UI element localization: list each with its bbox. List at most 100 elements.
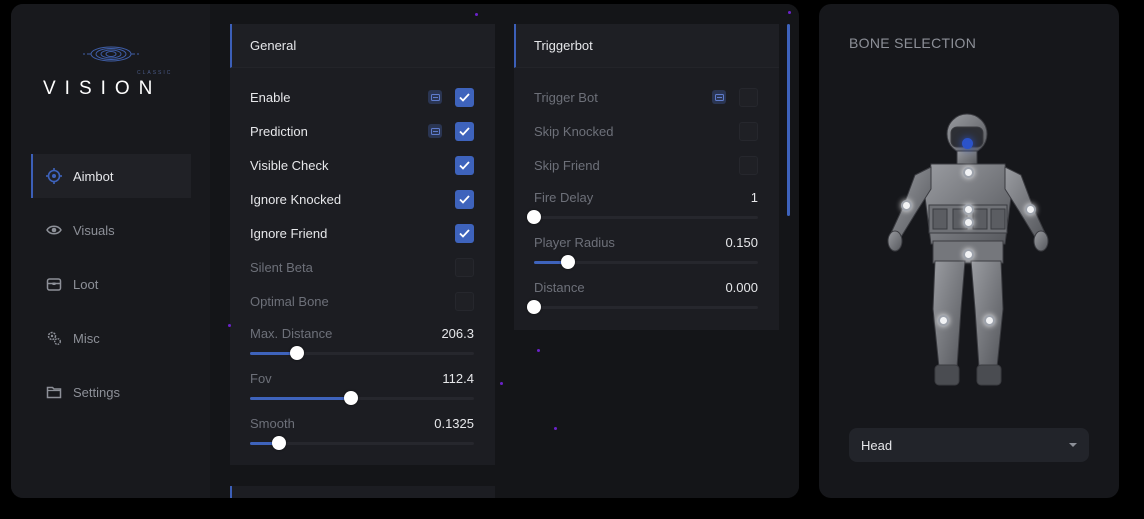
slider-label: Fov <box>250 370 272 386</box>
particle <box>500 382 503 385</box>
slider-label: Player Radius <box>534 234 615 250</box>
slider-fill <box>250 397 351 400</box>
slider-value: 0.150 <box>725 234 758 250</box>
checkbox-checked[interactable] <box>455 155 474 175</box>
checkbox-checked[interactable] <box>455 87 474 107</box>
toggle-trigger-bot[interactable]: Trigger Bot <box>534 87 758 107</box>
toggle-label: Visible Check <box>250 157 329 173</box>
slider-smooth[interactable] <box>250 436 474 450</box>
slider-thumb[interactable] <box>527 210 541 224</box>
nav-item-settings[interactable]: Settings <box>31 370 191 414</box>
checkbox-unchecked[interactable] <box>455 291 474 311</box>
triggerbot-panel: Triggerbot Trigger Bot Skip Knocked Skip… <box>514 24 779 330</box>
slider-value: 206.3 <box>441 325 474 341</box>
bone-point-neck[interactable] <box>962 166 974 178</box>
keybind-icon[interactable] <box>428 124 442 138</box>
bone-point-pelvis[interactable] <box>962 248 974 260</box>
content-area: General Enable Prediction Visible Check … <box>210 4 799 498</box>
main-window: CLASSIC VISION Aimbot Visuals Loot Misc … <box>11 4 799 498</box>
toggle-ignore-friend[interactable]: Ignore Friend <box>250 223 474 243</box>
keybind-icon[interactable] <box>428 90 442 104</box>
nav-label-misc: Misc <box>73 330 100 346</box>
sidebar: CLASSIC VISION Aimbot Visuals Loot Misc … <box>11 4 210 498</box>
toggle-label: Optimal Bone <box>250 293 329 309</box>
bone-point-stomach[interactable] <box>962 216 974 228</box>
nav-item-misc[interactable]: Misc <box>31 316 191 360</box>
lootbox-icon <box>45 275 63 293</box>
slider-smooth-label: Smooth 0.1325 <box>250 414 474 432</box>
scrollbar[interactable] <box>787 24 790 216</box>
dropdown-selected-value: Head <box>861 437 893 453</box>
toggle-enable[interactable]: Enable <box>250 87 474 107</box>
particle <box>554 427 557 430</box>
slider-thumb[interactable] <box>290 346 305 360</box>
checkbox-checked[interactable] <box>455 189 474 209</box>
slider-fov[interactable] <box>250 391 474 405</box>
general-panel-header: General <box>230 24 495 68</box>
keybind-icon[interactable] <box>712 90 726 104</box>
toggle-prediction[interactable]: Prediction <box>250 121 474 141</box>
checkbox-unchecked[interactable] <box>739 87 758 107</box>
checkbox-unchecked[interactable] <box>739 121 758 141</box>
slider-value: 0.1325 <box>434 415 474 431</box>
bone-point-head[interactable] <box>961 137 973 149</box>
gear-cluster-icon <box>45 329 63 347</box>
checkbox-unchecked[interactable] <box>739 155 758 175</box>
slider-distance-label: Distance 0.000 <box>534 278 758 296</box>
checkbox-checked[interactable] <box>455 121 474 141</box>
slider-player-radius[interactable] <box>534 255 758 269</box>
nav-item-loot[interactable]: Loot <box>31 262 191 306</box>
toggle-skip-knocked[interactable]: Skip Knocked <box>534 121 758 141</box>
nav-label-visuals: Visuals <box>73 222 115 238</box>
slider-thumb[interactable] <box>527 300 541 314</box>
general-panel: General Enable Prediction Visible Check … <box>230 24 495 465</box>
bone-point-right-hand[interactable] <box>900 199 912 211</box>
toggle-label: Ignore Friend <box>250 225 328 241</box>
checkbox-checked[interactable] <box>455 223 474 243</box>
nav-item-visuals[interactable]: Visuals <box>31 208 191 252</box>
checkbox-unchecked[interactable] <box>455 257 474 277</box>
toggle-label: Trigger Bot <box>534 89 598 105</box>
slider-distance[interactable] <box>527 300 758 314</box>
brand-logo: CLASSIC VISION <box>41 42 181 102</box>
particle <box>475 13 478 16</box>
toggle-label: Skip Friend <box>534 157 600 173</box>
slider-label: Max. Distance <box>250 325 333 341</box>
slider-thumb[interactable] <box>272 436 287 450</box>
bone-point-chest[interactable] <box>962 203 974 215</box>
nav-item-aimbot[interactable]: Aimbot <box>31 154 191 198</box>
nav-label-aimbot: Aimbot <box>73 168 114 184</box>
folder-icon <box>45 383 63 401</box>
next-panel-peek <box>230 486 495 498</box>
slider-max-distance[interactable] <box>250 346 474 360</box>
slider-thumb[interactable] <box>343 391 358 405</box>
toggle-silent-beta[interactable]: Silent Beta <box>250 257 474 277</box>
triggerbot-panel-header: Triggerbot <box>514 24 779 68</box>
bone-point-left-knee[interactable] <box>983 314 995 326</box>
bone-point-right-knee[interactable] <box>937 314 949 326</box>
slider-value: 1 <box>750 189 758 205</box>
chevron-down-icon <box>1069 443 1077 447</box>
particle <box>537 349 540 352</box>
bone-select-dropdown[interactable]: Head <box>849 428 1089 462</box>
slider-label: Distance <box>534 279 585 295</box>
particle <box>788 11 791 14</box>
brand-name: VISION <box>43 78 162 99</box>
toggle-label: Skip Knocked <box>534 123 614 139</box>
slider-thumb[interactable] <box>560 255 575 269</box>
brand-subtitle: CLASSIC <box>137 70 173 76</box>
bone-selection-title: BONE SELECTION <box>849 35 977 51</box>
toggle-visible-check[interactable]: Visible Check <box>250 155 474 175</box>
slider-fov-label: Fov 112.4 <box>250 369 474 387</box>
toggle-skip-friend[interactable]: Skip Friend <box>534 155 758 175</box>
slider-label: Smooth <box>250 415 295 431</box>
slider-label: Fire Delay <box>534 189 594 205</box>
toggle-optimal-bone[interactable]: Optimal Bone <box>250 291 474 311</box>
slider-fire-delay[interactable] <box>527 210 758 224</box>
slider-value: 112.4 <box>442 370 474 386</box>
bone-point-left-hand[interactable] <box>1024 203 1036 215</box>
toggle-ignore-knocked[interactable]: Ignore Knocked <box>250 189 474 209</box>
bone-selection-window: BONE SELECTION Head <box>819 4 1119 498</box>
nav-label-loot: Loot <box>73 276 99 292</box>
toggle-label: Prediction <box>250 123 308 139</box>
